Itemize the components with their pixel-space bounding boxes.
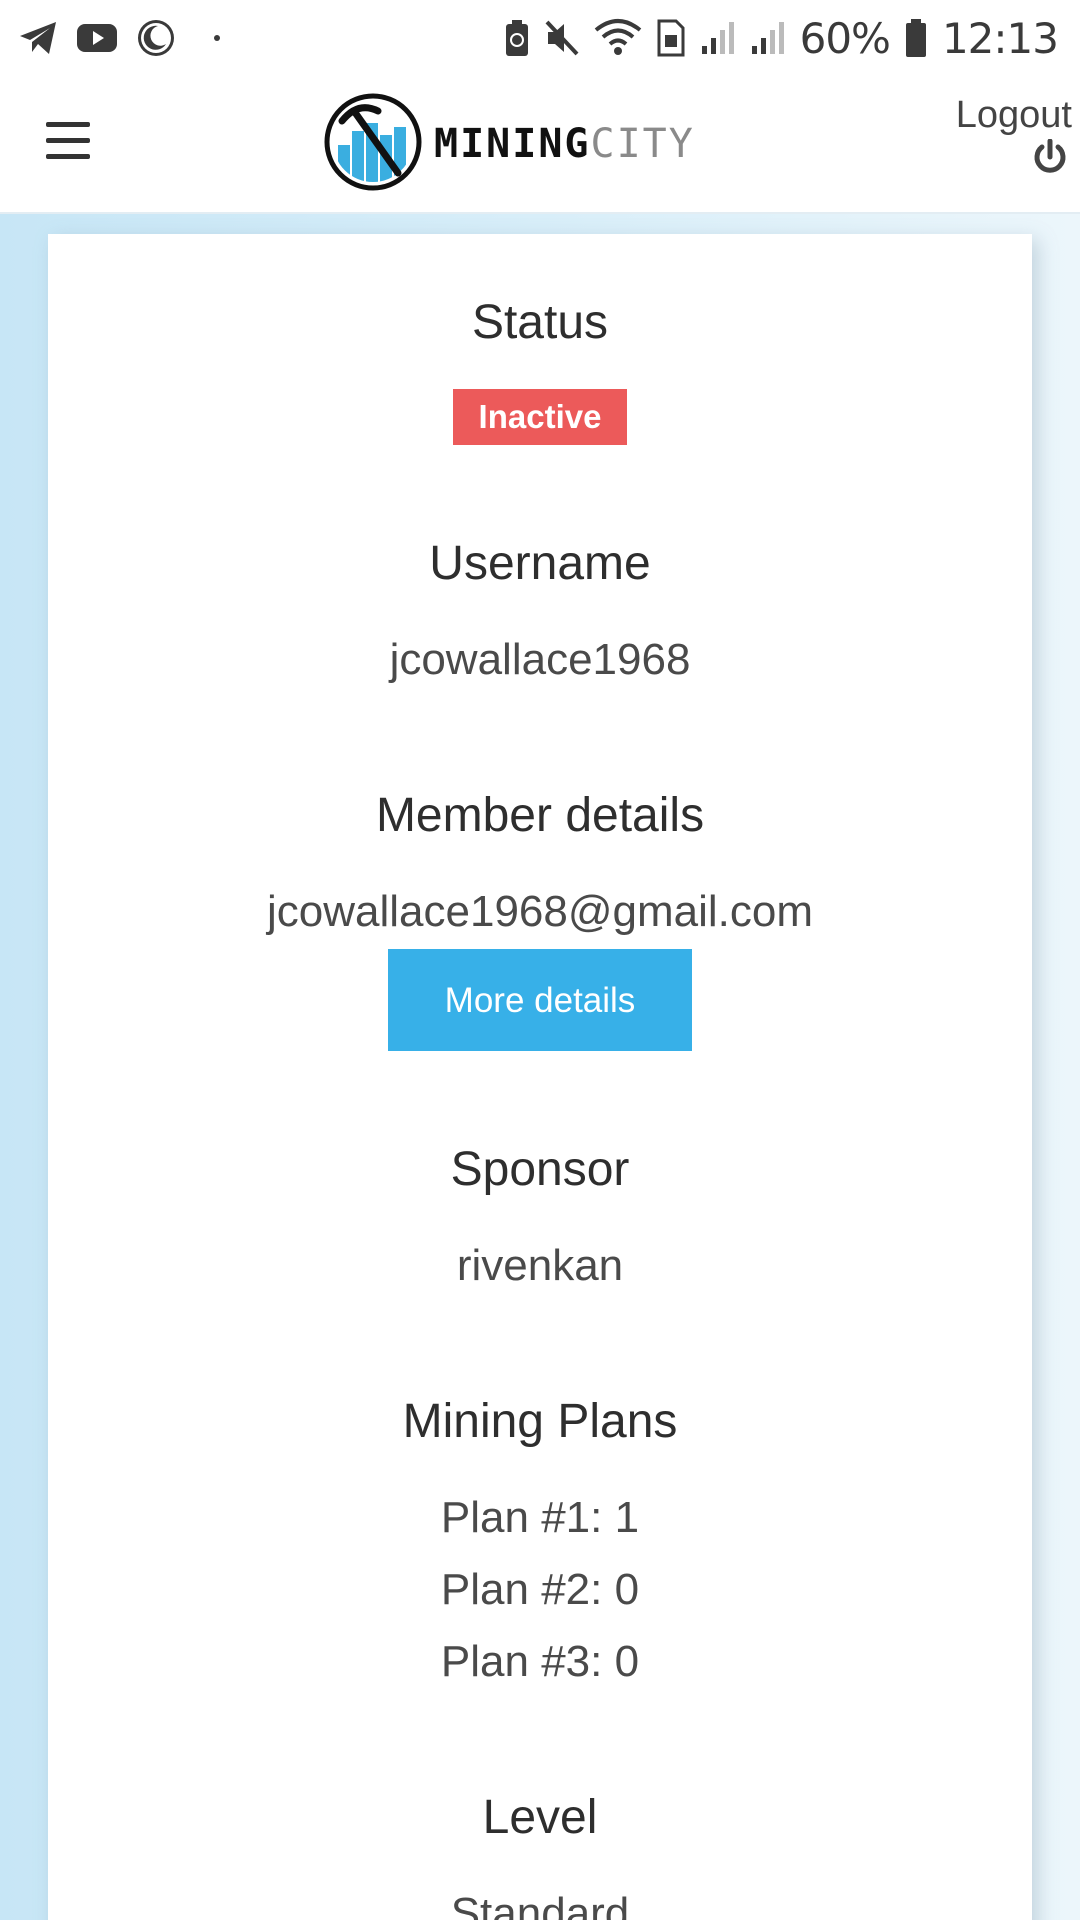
pickaxe-logo-icon xyxy=(324,93,422,196)
battery-saver-icon xyxy=(504,18,530,58)
mute-icon xyxy=(544,19,580,57)
logo-mining-text: MINING xyxy=(434,121,591,167)
level-value: Standard xyxy=(450,1889,630,1920)
username-value: jcowallace1968 xyxy=(389,635,691,684)
menu-button[interactable] xyxy=(46,122,90,160)
sponsor-value: rivenkan xyxy=(456,1241,624,1290)
level-heading: Level xyxy=(482,1791,598,1844)
status-badge: Inactive xyxy=(453,389,627,445)
telegram-icon xyxy=(18,20,58,56)
app-header: MININGCITY Logout xyxy=(0,76,1080,214)
profile-card: Status Inactive Username jcowallace1968 … xyxy=(48,234,1032,1920)
email-value: jcowallace1968@gmail.com xyxy=(266,887,814,936)
menu-icon-bar xyxy=(46,122,90,127)
miningcity-logo[interactable]: MININGCITY xyxy=(324,93,695,196)
logout-button[interactable]: Logout xyxy=(956,94,1072,180)
sponsor-heading: Sponsor xyxy=(450,1143,630,1196)
more-details-button[interactable]: More details xyxy=(388,949,692,1051)
status-bar-notifications xyxy=(18,14,220,62)
plan-item: Plan #1: 1 xyxy=(440,1493,640,1542)
power-icon xyxy=(1032,138,1068,180)
status-bar-system: 60% 12:13 xyxy=(504,12,1059,64)
plan-item: Plan #3: 0 xyxy=(440,1637,640,1686)
logo-city-text: CITY xyxy=(590,121,695,167)
more-notifications-dot xyxy=(214,35,220,41)
status-heading: Status xyxy=(471,296,609,349)
signal-icon xyxy=(700,20,736,56)
battery-percent: 60% xyxy=(799,13,891,63)
mining-plans-heading: Mining Plans xyxy=(402,1395,678,1448)
battery-icon xyxy=(904,18,928,58)
signal-icon xyxy=(750,20,786,56)
menu-icon-bar xyxy=(46,154,90,159)
logout-label: Logout xyxy=(955,94,1072,136)
status-bar: 60% 12:13 xyxy=(0,0,1080,76)
plan-item: Plan #2: 0 xyxy=(440,1565,640,1614)
youtube-icon xyxy=(76,22,118,54)
member-details-heading: Member details xyxy=(375,789,705,842)
menu-icon-bar xyxy=(46,138,90,143)
moon-icon xyxy=(136,18,176,58)
username-heading: Username xyxy=(429,537,651,590)
clock: 12:13 xyxy=(941,13,1059,63)
logo-wordmark: MININGCITY xyxy=(434,121,695,167)
wifi-icon xyxy=(594,18,642,58)
sim-icon xyxy=(656,18,686,58)
